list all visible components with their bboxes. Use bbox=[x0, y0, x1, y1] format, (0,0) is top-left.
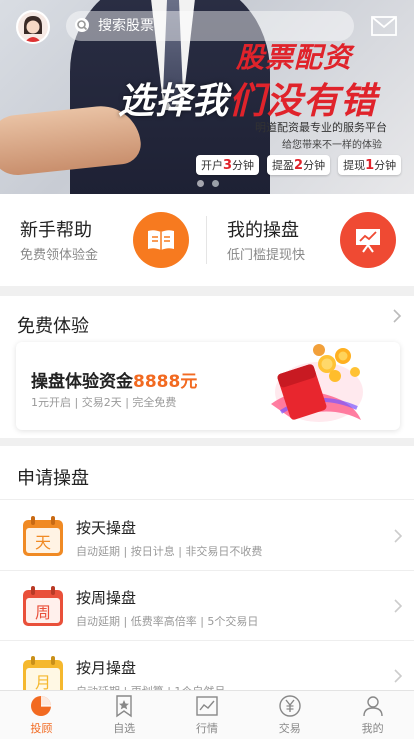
banner-pills: 开户3分钟 提盈2分钟 提现1分钟 bbox=[196, 155, 402, 175]
quick-title: 我的操盘 bbox=[227, 220, 299, 241]
bottom-tab-bar: 投顾 自选 行情 交易 我的 bbox=[0, 690, 414, 739]
tab-label: 交易 bbox=[278, 722, 301, 735]
banner-slogan-white: 选择我 bbox=[118, 81, 230, 122]
trial-card-subtitle: 1元开启 | 交易2天 | 完全免费 bbox=[31, 396, 177, 409]
row-title: 按月操盘 bbox=[76, 659, 137, 677]
yen-icon bbox=[279, 695, 301, 717]
calendar-char: 周 bbox=[35, 603, 51, 622]
pill-value: 3 bbox=[223, 158, 233, 173]
chevron-right-icon[interactable] bbox=[392, 309, 402, 323]
new-user-help-entry[interactable]: 新手帮助 免费领体验金 bbox=[0, 194, 206, 286]
home-page: 股票配资 选择我们没有错 明道配资最专业的服务平台 给您带来不一样的体验 开户3… bbox=[0, 0, 414, 739]
row-title: 按天操盘 bbox=[76, 519, 137, 537]
pill-suffix: 分钟 bbox=[232, 159, 255, 172]
trial-card[interactable]: 操盘体验资金8888元 1元开启 | 交易2天 | 完全免费 bbox=[16, 342, 400, 430]
search-bar[interactable] bbox=[66, 11, 354, 41]
my-trading-entry[interactable]: 我的操盘 低门槛提现快 bbox=[207, 194, 414, 286]
quick-entries: 新手帮助 免费领体验金 我的操盘 低门槛提现快 bbox=[0, 194, 414, 286]
pill-value: 2 bbox=[294, 158, 304, 173]
free-trial-section: 免费体验 操盘体验资金8888元 1元开启 | 交易2天 | 完全免费 bbox=[0, 296, 414, 438]
carousel-dot-active[interactable] bbox=[212, 180, 219, 187]
avatar[interactable] bbox=[16, 10, 50, 44]
banner-pill: 开户3分钟 bbox=[196, 155, 260, 175]
carousel-dot[interactable] bbox=[197, 180, 204, 187]
tab-mine[interactable]: 我的 bbox=[331, 691, 414, 739]
banner-subtitle-2: 给您带来不一样的体验 bbox=[282, 140, 382, 151]
pill-suffix: 分钟 bbox=[303, 159, 326, 172]
book-icon bbox=[133, 212, 189, 268]
quick-title: 新手帮助 bbox=[20, 220, 92, 241]
avatar-icon bbox=[18, 12, 48, 42]
chevron-right-icon bbox=[394, 599, 403, 613]
weekly-trading-row[interactable]: 周 按周操盘 自动延期 | 低费率高倍率 | 5个交易日 bbox=[0, 571, 414, 641]
mail-icon[interactable] bbox=[371, 16, 397, 36]
pill-suffix: 分钟 bbox=[374, 159, 397, 172]
tab-label: 自选 bbox=[113, 722, 136, 735]
user-icon bbox=[362, 696, 383, 717]
tab-label: 投顾 bbox=[30, 722, 53, 735]
presentation-icon bbox=[340, 212, 396, 268]
banner-pill: 提现1分钟 bbox=[338, 155, 402, 175]
quick-subtitle: 免费领体验金 bbox=[20, 248, 99, 263]
trial-card-title-text: 操盘体验资金 bbox=[31, 372, 133, 392]
banner-pill: 提盈2分钟 bbox=[267, 155, 331, 175]
search-input[interactable] bbox=[98, 18, 338, 34]
tab-advisor[interactable]: 投顾 bbox=[0, 691, 83, 739]
banner-slogan-top: 股票配资 bbox=[236, 41, 353, 74]
tab-market[interactable]: 行情 bbox=[166, 691, 249, 739]
banner-subtitle: 明道配资最专业的服务平台 bbox=[255, 121, 387, 134]
apply-header: 申请操盘 bbox=[0, 446, 414, 500]
banner-slogan-main: 选择我们没有错 bbox=[118, 72, 377, 124]
tab-trade[interactable]: 交易 bbox=[248, 691, 331, 739]
trial-card-amount: 8888元 bbox=[133, 372, 198, 392]
carousel-dots bbox=[197, 180, 219, 187]
daily-trading-row[interactable]: 天 按天操盘 自动延期 | 按日计息 | 非交易日不收费 bbox=[0, 501, 414, 571]
star-icon bbox=[116, 695, 132, 718]
row-subtitle: 自动延期 | 低费率高倍率 | 5个交易日 bbox=[76, 615, 259, 628]
red-envelope-coins-icon bbox=[271, 344, 363, 422]
section-title-apply: 申请操盘 bbox=[17, 468, 89, 489]
line-chart-icon bbox=[196, 696, 218, 716]
pill-value: 1 bbox=[365, 158, 375, 173]
search-icon[interactable] bbox=[72, 15, 94, 37]
tab-label: 我的 bbox=[361, 722, 384, 735]
section-title-free-trial: 免费体验 bbox=[17, 316, 89, 337]
pill-prefix: 开户 bbox=[201, 159, 223, 172]
quick-subtitle: 低门槛提现快 bbox=[227, 248, 306, 263]
tab-watchlist[interactable]: 自选 bbox=[83, 691, 166, 739]
banner-slogan-red: 们没有错 bbox=[229, 81, 378, 122]
pill-prefix: 提现 bbox=[343, 159, 366, 172]
calendar-week-icon: 周 bbox=[23, 586, 63, 626]
row-title: 按周操盘 bbox=[76, 589, 137, 607]
pill-prefix: 提盈 bbox=[272, 159, 295, 172]
calendar-day-icon: 天 bbox=[23, 516, 63, 556]
pie-chart-icon bbox=[31, 696, 52, 716]
calendar-char: 天 bbox=[35, 533, 51, 552]
chevron-right-icon bbox=[394, 669, 403, 683]
chevron-right-icon bbox=[394, 529, 403, 543]
apply-trading-section: 申请操盘 天 按天操盘 自动延期 | 按日计息 | 非交易日不收费 周 按周操盘… bbox=[0, 446, 414, 711]
trial-card-title: 操盘体验资金8888元 bbox=[31, 367, 197, 392]
tab-label: 行情 bbox=[195, 722, 218, 735]
row-subtitle: 自动延期 | 按日计息 | 非交易日不收费 bbox=[76, 545, 263, 558]
